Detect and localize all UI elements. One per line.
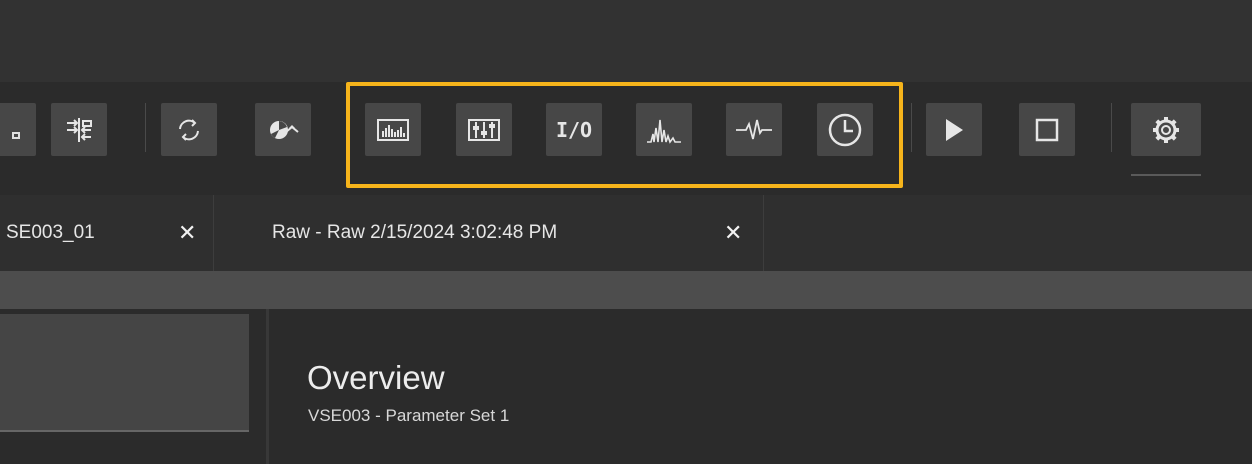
page-subtitle: VSE003 - Parameter Set 1: [308, 406, 510, 425]
io-button[interactable]: I/O: [546, 103, 602, 156]
waveform-button[interactable]: [726, 103, 782, 156]
tab-se003[interactable]: SE003_01 ✕: [0, 195, 214, 271]
spectrum-button[interactable]: [636, 103, 692, 156]
play-button[interactable]: [926, 103, 982, 156]
slider-panel-button[interactable]: [456, 103, 512, 156]
bar-chart-button[interactable]: [365, 103, 421, 156]
io-arrows-button[interactable]: [51, 103, 107, 156]
tab-label: Raw - Raw 2/15/2024 3:02:48 PM: [272, 222, 558, 243]
play-icon: [942, 117, 966, 143]
waveform-icon: [735, 116, 773, 144]
left-panel: [0, 314, 249, 432]
refresh-button[interactable]: [161, 103, 217, 156]
gear-icon: [1151, 115, 1181, 145]
input-output-arrows-icon: [63, 115, 95, 145]
title-bar: [0, 0, 1252, 82]
settings-underline: [1131, 174, 1201, 176]
tab-label: SE003_01: [6, 222, 95, 243]
tab-raw[interactable]: Raw - Raw 2/15/2024 3:02:48 PM ✕: [214, 195, 764, 271]
slider-panel-icon: [467, 117, 501, 143]
page-title: Overview: [307, 359, 445, 396]
toolbar-separator: [145, 103, 146, 152]
main-content: Overview VSE003 - Parameter Set 1: [0, 309, 1252, 464]
toolbar-separator: [1111, 103, 1112, 152]
clock-button[interactable]: [817, 103, 873, 156]
app-window: I/O SE003_01 ✕ Raw - Raw 2/15/2024 3:02:…: [0, 0, 1252, 464]
toolbar-separator: [911, 103, 912, 152]
sub-header-strip: [0, 271, 1252, 309]
spectrum-icon: [646, 116, 682, 144]
panel-divider[interactable]: [266, 309, 269, 464]
partial-button-icon: [0, 115, 23, 145]
refresh-icon: [174, 115, 204, 145]
pie-undo-icon: [266, 115, 300, 145]
bar-chart-icon: [376, 117, 410, 143]
settings-button[interactable]: [1131, 103, 1201, 156]
pie-undo-button[interactable]: [255, 103, 311, 156]
toolbar: I/O: [0, 82, 1252, 195]
tab-bar: SE003_01 ✕ Raw - Raw 2/15/2024 3:02:48 P…: [0, 195, 1252, 271]
left-panel-rule: [0, 430, 249, 432]
io-icon: I/O: [555, 117, 593, 142]
partial-toolbar-button[interactable]: [0, 103, 36, 156]
stop-icon: [1034, 117, 1060, 143]
clock-icon: [827, 112, 863, 148]
stop-button[interactable]: [1019, 103, 1075, 156]
close-icon[interactable]: ✕: [724, 220, 742, 246]
close-icon[interactable]: ✕: [178, 220, 196, 246]
